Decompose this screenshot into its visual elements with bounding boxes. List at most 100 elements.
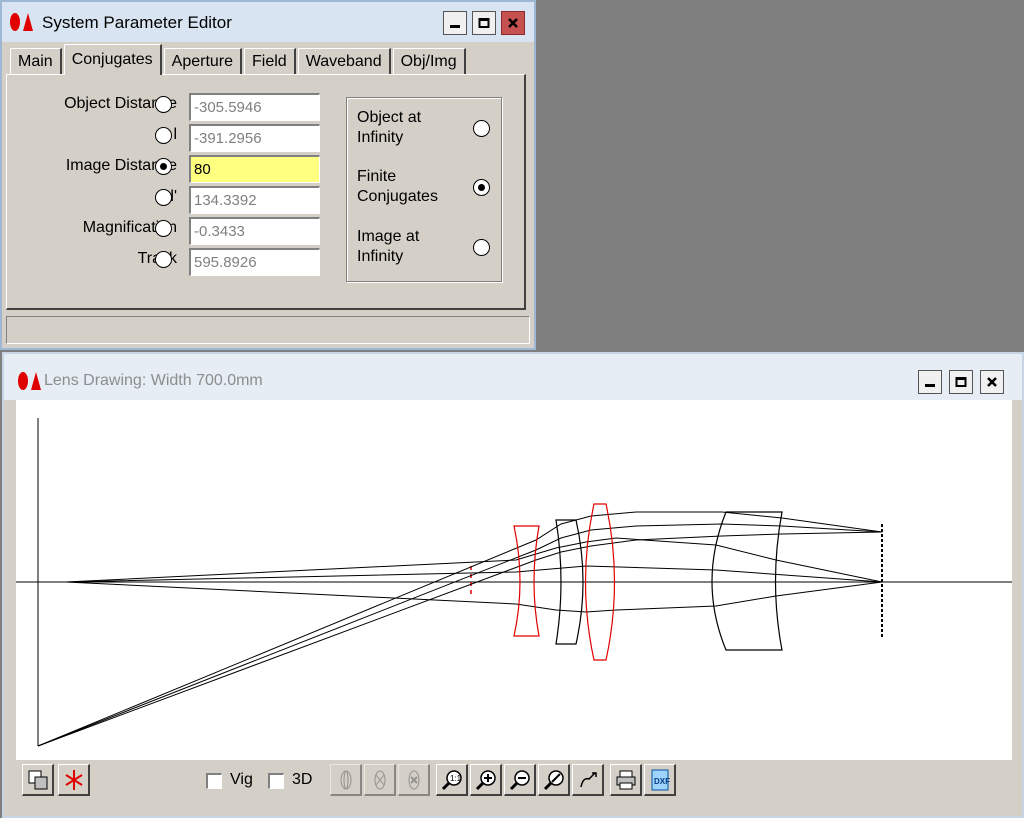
minimize-icon [450, 25, 460, 28]
edit-surface-button[interactable] [22, 764, 54, 796]
off-axis-ray-bundle [37, 511, 883, 747]
vig-checkbox[interactable] [206, 773, 222, 789]
window-title: Lens Drawing: Width 700.0mm [44, 372, 263, 389]
option-label-line1: Object at [357, 109, 422, 126]
maximize-button[interactable] [472, 11, 496, 35]
tab-field[interactable]: Field [244, 48, 296, 74]
title-bar[interactable]: System Parameter Editor [2, 2, 534, 42]
3d-checkbox[interactable] [268, 773, 284, 789]
lens-view-1-button[interactable] [330, 764, 362, 796]
l-prime-field[interactable] [189, 186, 320, 214]
flip-button[interactable] [58, 764, 90, 796]
magnification-field[interactable] [189, 217, 320, 245]
edit-surface-icon [28, 770, 47, 789]
option-image-at-infinity[interactable]: Image at Infinity [357, 227, 497, 271]
zoom-fit-button[interactable] [538, 764, 570, 796]
close-icon [987, 377, 997, 387]
option-label-line1: Finite [357, 168, 397, 185]
option-object-at-infinity[interactable]: Object at Infinity [357, 108, 497, 152]
export-dxf-icon: DXF [651, 769, 670, 790]
image-distance-radio[interactable] [155, 158, 172, 175]
app-logo-icon [18, 372, 41, 390]
window-title: System Parameter Editor [42, 13, 232, 32]
flip-icon [64, 769, 83, 790]
finite-conjugates-radio[interactable] [473, 179, 490, 196]
lens-elements [555, 511, 783, 651]
param-row-object-distance: Object Distance [17, 93, 320, 121]
option-label-line2: Infinity [357, 129, 404, 146]
minimize-icon [925, 384, 935, 387]
print-icon [616, 770, 635, 789]
app-logo-icon [10, 13, 33, 31]
zoom-fit-icon [543, 769, 564, 790]
pan-button[interactable] [572, 764, 604, 796]
track-radio[interactable] [155, 251, 172, 268]
close-button[interactable] [980, 370, 1004, 394]
param-row-magnification: Magnification [17, 217, 320, 245]
minimize-button[interactable] [443, 11, 467, 35]
l-field[interactable] [189, 124, 320, 152]
vig-label: Vig [230, 771, 253, 788]
system-parameter-editor-window: System Parameter Editor Main Conjugates … [0, 0, 536, 350]
3d-label: 3D [292, 771, 313, 788]
track-field[interactable] [189, 248, 320, 276]
option-label: Image at Infinity [357, 227, 419, 267]
param-row-track: Track [17, 248, 320, 276]
magnification-radio[interactable] [155, 220, 172, 237]
lens-view-2-button[interactable] [364, 764, 396, 796]
conjugates-panel: Object Distance l Image Distance l' Magn… [6, 74, 526, 310]
lens-element-1 [513, 525, 540, 637]
param-row-image-distance: Image Distance [17, 155, 320, 183]
lens-drawing-window: Lens Drawing: Width 700.0mm Vig 3D 1:1 D… [2, 352, 1024, 818]
option-label-line2: Conjugates [357, 188, 438, 205]
tab-aperture[interactable]: Aperture [163, 48, 243, 74]
option-label: Object at Infinity [357, 108, 421, 148]
option-label-line2: Infinity [357, 248, 404, 265]
axial-ray-bundle [65, 537, 883, 613]
lens-drawing-toolbar: Vig 3D 1:1 DXF [16, 762, 1012, 806]
zoom-out-button[interactable] [504, 764, 536, 796]
close-icon [508, 18, 518, 28]
object-distance-radio[interactable] [155, 96, 172, 113]
lens-view-3-button[interactable] [398, 764, 430, 796]
lens-view-3-icon [408, 770, 419, 789]
option-label: Finite Conjugates [357, 167, 438, 207]
pan-icon [579, 771, 597, 787]
image-distance-field[interactable] [189, 155, 320, 183]
object-at-infinity-radio[interactable] [473, 120, 490, 137]
lens-element-4 [711, 511, 783, 651]
zoom-in-button[interactable] [470, 764, 502, 796]
param-row-l-prime: l' [17, 186, 320, 214]
lens-drawing-canvas[interactable] [16, 400, 1012, 760]
tab-strip: Main Conjugates Aperture Field Waveband … [10, 44, 468, 75]
zoom-reset-button[interactable]: 1:1 [436, 764, 468, 796]
zoom-reset-icon: 1:1 [441, 769, 462, 790]
object-distance-field[interactable] [189, 93, 320, 121]
zoom-out-icon [509, 769, 530, 790]
zoom-in-icon [475, 769, 496, 790]
tab-waveband[interactable]: Waveband [297, 48, 391, 74]
maximize-icon [955, 377, 967, 387]
tab-conjugates[interactable]: Conjugates [63, 44, 162, 75]
image-at-infinity-radio[interactable] [473, 239, 490, 256]
svg-text:DXF: DXF [654, 777, 670, 786]
export-dxf-button[interactable]: DXF [644, 764, 676, 796]
l-radio[interactable] [155, 127, 172, 144]
minimize-button[interactable] [918, 370, 942, 394]
option-label-line1: Image at [357, 228, 420, 245]
maximize-button[interactable] [949, 370, 973, 394]
lens-view-2-icon [374, 770, 385, 789]
print-button[interactable] [610, 764, 642, 796]
tab-obj-img[interactable]: Obj/Img [392, 48, 466, 74]
conjugate-type-group: Object at Infinity Finite Conjugates Ima… [346, 97, 502, 282]
close-button[interactable] [501, 11, 525, 35]
tab-main[interactable]: Main [10, 48, 62, 74]
param-label: l [173, 126, 177, 143]
maximize-icon [478, 18, 490, 28]
svg-text:1:1: 1:1 [450, 774, 462, 783]
option-finite-conjugates[interactable]: Finite Conjugates [357, 167, 497, 211]
title-bar[interactable]: Lens Drawing: Width 700.0mm [4, 354, 1022, 400]
status-bar [6, 316, 530, 344]
lens-view-1-icon [340, 770, 351, 789]
l-prime-radio[interactable] [155, 189, 172, 206]
